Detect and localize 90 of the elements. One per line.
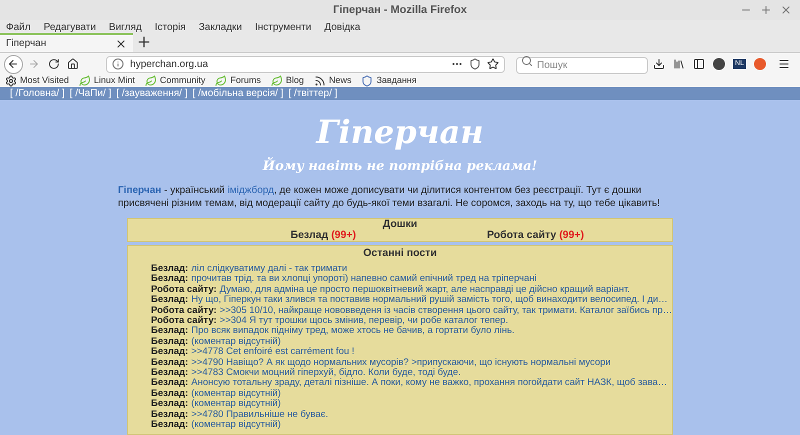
recent-posts-title: Останні пости [363,246,437,260]
post-count: (99+) [559,230,584,241]
menu-item[interactable]: Закладки [198,20,242,34]
site-nav-link[interactable]: [ /мобільна версія/ ] [192,87,284,101]
gear-icon [5,75,17,87]
info-icon[interactable] [112,58,124,70]
bookmark-item[interactable]: News [328,74,352,88]
post-link[interactable]: Анонсую тотальну зраду, деталі пізніше. А поки, кому не важко, прохання погойдати сайт НАЗК, щоб зава… [191,378,668,389]
back-button[interactable] [4,54,23,74]
board-link[interactable]: Безлад [290,230,328,241]
post-board: Безлад: [151,399,188,410]
post-count: (99+) [331,230,356,241]
intro-paragraph: Гіперчан - український іміджборд, де кожен може дописувати чи ділитися контентом без реєстрації. Тут є дошки присвячені різним темам, від модерації сайту до будь-якої теми взагалі. Не соромся, заходь на ту, що тебе цікавить! [118,184,661,210]
post-link[interactable]: прочитав трід. та ви хлопці упороті) напевно самий епічний тред на тріперчані [191,274,537,285]
post-board: Безлад: [151,410,188,420]
post-link[interactable]: Думаю, для адміна це просто першоквітневий жарт, але насправді це дійсно кращий варіант. [220,284,630,296]
post-board: Робота сайту: [151,284,217,296]
site-nav-link[interactable]: [ /ЧаПи/ ] [70,87,112,101]
post-link[interactable]: >>4780 Правильніше не буває. [191,410,328,420]
site-logo: Гіперчан [316,112,484,152]
extension-icon[interactable] [713,58,726,70]
star-icon[interactable] [487,58,500,70]
shield-icon [361,75,374,87]
leaf-icon [270,75,283,87]
post-link[interactable]: >>4778 Cet enfoiré est carrément fou ! [191,347,354,358]
menu-item[interactable]: Довідка [324,20,360,34]
post-board: Безлад: [151,358,188,368]
site-nav-link[interactable]: [ /зауваження/ ] [116,87,188,101]
bookmark-item[interactable]: Завдання [376,74,417,88]
sidebar-icon[interactable] [693,58,706,70]
search-icon [521,55,534,67]
leaf-icon [78,75,91,87]
post-link[interactable]: >>305 10/10, найкраще нововведеня із часів створення цього сайту, так тримати. Каталог заїбись пр… [220,306,672,316]
post-link[interactable]: >>4783 Смокчи моцний гіперхуй, бідло. Коли буде, тоді буде. [191,368,461,378]
post-board: Робота сайту: [151,306,217,316]
post-link[interactable]: ліл слідкуватиму далі - так тримати [191,264,348,274]
rss-icon [314,75,326,87]
menu-icon[interactable] [778,58,790,70]
menu-item[interactable]: Історія [154,20,186,34]
post-board: Безлад: [151,378,188,389]
intro-link[interactable]: іміджборд [228,185,274,196]
post-board: Безлад: [151,388,188,400]
site-nav-link[interactable]: [ /твіттер/ ] [288,87,338,101]
post-link[interactable]: Про всяк випадок підніму тред, може хтось не бачив, а гортати було лінь. [191,326,515,337]
bookmark-item[interactable]: Community [160,74,206,88]
close-icon[interactable] [780,4,792,16]
post-link[interactable]: (коментар відсутній) [191,388,281,400]
maximize-icon[interactable] [760,4,772,16]
search-field[interactable]: Пошук [516,57,648,74]
bookmark-item[interactable]: Blog [286,74,304,88]
post-board: Безлад: [151,295,188,306]
post-board: Безлад: [151,420,188,430]
bookmark-item[interactable]: Linux Mint [94,74,135,88]
post-link[interactable]: >>4790 Навіщо? А як щодо нормальних мусорів? >припускаючи, що існують нормальні мусори [191,358,611,368]
home-icon[interactable] [67,58,80,70]
post-board: Безлад: [151,368,188,378]
new-tab-icon[interactable] [136,34,152,50]
post-board: Безлад: [151,336,188,348]
post-link[interactable]: (коментар відсутній) [191,399,281,410]
address-field[interactable]: hyperchan.org.ua [106,56,506,72]
back-arrow-icon [7,58,20,70]
menu-item[interactable]: Редагувати [44,20,96,34]
library-icon[interactable] [673,58,686,70]
board-link[interactable]: Робота сайту [486,230,556,241]
menu-item[interactable]: Інструменти [255,20,312,34]
post-board: Безлад: [151,347,188,358]
download-icon[interactable] [653,58,666,70]
reload-icon[interactable] [48,58,60,70]
leaf-icon [144,75,157,87]
browser-tab[interactable]: Гіперчан [0,33,133,52]
leaf-icon [215,75,228,87]
pocket-icon[interactable] [469,58,482,70]
bookmark-item[interactable]: Forums [230,74,261,88]
boards-title: Дошки [382,219,418,230]
post-link[interactable]: Ну що, Гіперкун таки злився та поставив нормальний рушій замість того, щоб винаходити велосипед. І ди… [191,295,668,306]
intro-link[interactable]: Гіперчан [118,185,162,196]
site-nav-link[interactable]: [ /Головна/ ] [10,87,65,101]
post-board: Безлад: [151,274,188,284]
menu-item[interactable]: Вигляд [108,20,142,34]
post-link[interactable]: (коментар відсутній) [191,420,281,430]
post-board: Безлад: [151,326,188,337]
bookmark-item[interactable]: Most Visited [20,74,69,88]
post-link[interactable]: >>304 Я тут трошки щось змінив, перевір, чи робе каталог тепер. [220,316,508,326]
post-board: Робота сайту: [151,316,217,326]
window-title: Гіперчан - Mozilla Firefox [333,2,467,18]
post-board: Безлад: [151,264,188,274]
menu-item[interactable]: Файл [6,20,31,34]
post-link[interactable]: (коментар відсутній) [191,336,281,348]
site-slogan: Йому навіть не потрібна реклама! [262,158,538,176]
close-tab-icon[interactable] [115,38,127,50]
